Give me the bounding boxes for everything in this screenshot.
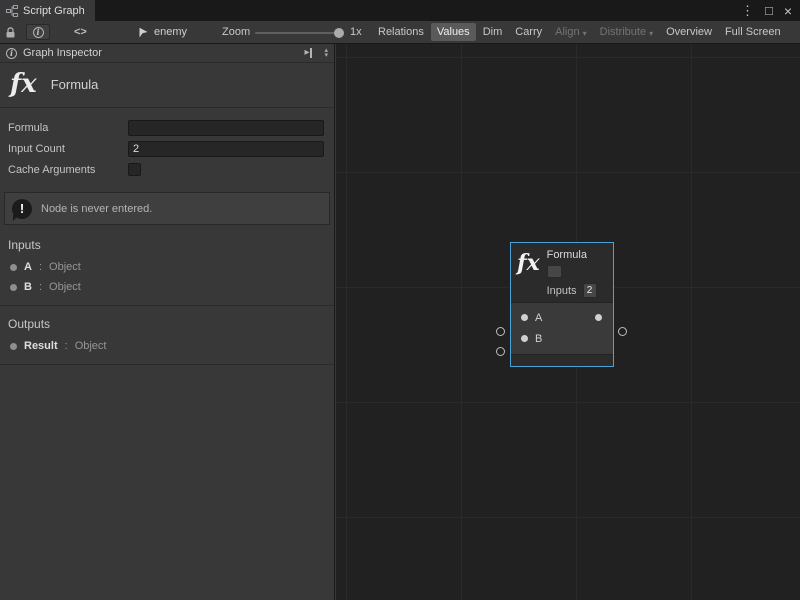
align-button[interactable]: Align ▾: [549, 23, 592, 41]
input-port-a-dot[interactable]: [521, 314, 528, 321]
toolbar-buttons: Relations Values Dim Carry Align ▾ Distr…: [372, 21, 787, 43]
outputs-section-header: Outputs: [0, 305, 334, 336]
port-separator: :: [39, 261, 42, 273]
port-dot-icon: [10, 264, 17, 271]
connection-socket-a[interactable]: [496, 327, 505, 336]
align-button-label: Align: [555, 26, 579, 38]
node-title-label: Formula: [51, 77, 99, 92]
connection-socket-result[interactable]: [618, 327, 627, 336]
lock-button[interactable]: [5, 21, 16, 43]
connection-socket-b[interactable]: [496, 347, 505, 356]
window-menu-icon[interactable]: ⋮: [741, 4, 754, 17]
carry-button[interactable]: Carry: [509, 23, 548, 41]
node-footer: [511, 354, 613, 366]
zoom-label: Zoom: [222, 21, 250, 43]
node-formula-inline-field[interactable]: [547, 265, 562, 278]
section-divider: [0, 364, 334, 365]
tab-script-graph[interactable]: Script Graph: [0, 0, 95, 21]
chevron-down-icon: ▾: [649, 29, 653, 38]
input-count-field[interactable]: [128, 141, 324, 157]
graph-reference[interactable]: enemy: [138, 21, 187, 43]
zoom-slider-thumb[interactable]: [334, 28, 344, 38]
node-ports-section: A B: [511, 302, 613, 354]
formula-node-header: fx Formula Inputs 2: [511, 243, 613, 302]
output-port-result: Result : Object: [0, 336, 334, 356]
relations-button[interactable]: Relations: [372, 23, 430, 41]
formula-fx-icon: fx: [10, 71, 37, 97]
node-input-count-field[interactable]: 2: [583, 283, 597, 298]
warning-text: Node is never entered.: [41, 203, 152, 215]
input-port-b-dot[interactable]: [521, 335, 528, 342]
port-dot-icon: [10, 343, 17, 350]
formula-node[interactable]: fx Formula Inputs 2 A B: [510, 242, 614, 367]
port-label: A: [535, 312, 542, 324]
window-maximize-icon[interactable]: □: [765, 4, 773, 17]
zoom-value: 1x: [350, 21, 362, 43]
node-inputs-row: Inputs 2: [547, 283, 597, 298]
distribute-button[interactable]: Distribute ▾: [594, 23, 659, 41]
warning-box: ! Node is never entered.: [4, 192, 330, 225]
lock-icon: [5, 26, 16, 39]
node-port-row-b: B: [511, 328, 613, 349]
node-inputs-label: Inputs: [547, 285, 577, 297]
formula-field-input[interactable]: [128, 120, 324, 136]
inspector-header: i Graph Inspector ▸ ▴ ▾: [0, 44, 334, 63]
inspector-toggle-button[interactable]: i: [26, 24, 50, 40]
port-type: Object: [75, 340, 107, 352]
input-count-row: Input Count: [8, 138, 324, 159]
input-port-a: A : Object: [0, 257, 334, 277]
inputs-section-header: Inputs: [0, 227, 334, 257]
port-separator: :: [39, 281, 42, 293]
distribute-button-label: Distribute: [600, 26, 646, 38]
formula-field-label: Formula: [8, 122, 128, 134]
port-type: Object: [49, 261, 81, 273]
port-dot-icon: [10, 284, 17, 291]
warning-icon: !: [12, 199, 32, 219]
info-icon: i: [33, 27, 44, 38]
cache-arguments-row: Cache Arguments: [8, 159, 324, 180]
panel-scroll-arrows[interactable]: ▴ ▾: [324, 48, 330, 58]
output-port-result-dot[interactable]: [595, 314, 602, 321]
dock-panel-icon[interactable]: ▸: [304, 48, 312, 58]
input-count-label: Input Count: [8, 143, 128, 155]
port-type: Object: [49, 281, 81, 293]
code-icon: <>: [74, 26, 87, 38]
inspector-fields: Formula Input Count Cache Arguments: [0, 108, 334, 184]
formula-field-row: Formula: [8, 117, 324, 138]
port-name: A: [24, 261, 32, 273]
chevron-down-icon: ▾: [583, 29, 587, 38]
graph-toolbar: i <> enemy Zoom 1x Relations Values Dim …: [0, 21, 800, 44]
script-graph-icon: [6, 5, 18, 17]
port-label: B: [535, 333, 542, 345]
window-controls: ⋮ □ ×: [741, 0, 800, 21]
window-close-icon[interactable]: ×: [784, 4, 792, 18]
formula-fx-icon: fx: [517, 252, 540, 298]
scroll-down-icon[interactable]: ▾: [324, 53, 328, 58]
input-port-b: B : Object: [0, 277, 334, 297]
graph-canvas[interactable]: fx Formula Inputs 2 A B: [336, 44, 800, 600]
cache-arguments-label: Cache Arguments: [8, 164, 128, 176]
graph-name: enemy: [154, 26, 187, 38]
graph-inspector-panel: i Graph Inspector ▸ ▴ ▾ fx Formula Formu…: [0, 44, 335, 600]
node-title-section: fx Formula: [0, 63, 334, 108]
port-name: Result: [24, 340, 58, 352]
zoom-slider[interactable]: [255, 32, 343, 34]
code-view-button[interactable]: <>: [74, 21, 87, 43]
info-icon: i: [6, 48, 17, 59]
inspector-title: Graph Inspector: [23, 47, 102, 59]
node-title: Formula: [547, 249, 597, 261]
graph-asset-icon: [138, 27, 149, 38]
tab-label: Script Graph: [23, 5, 85, 17]
cache-arguments-checkbox[interactable]: [128, 163, 141, 176]
overview-button[interactable]: Overview: [660, 23, 718, 41]
node-port-row-a: A: [511, 307, 613, 328]
window-tab-bar: Script Graph ⋮ □ ×: [0, 0, 800, 21]
port-name: B: [24, 281, 32, 293]
port-separator: :: [65, 340, 68, 352]
full-screen-button[interactable]: Full Screen: [719, 23, 787, 41]
dim-button[interactable]: Dim: [477, 23, 509, 41]
values-button[interactable]: Values: [431, 23, 476, 41]
